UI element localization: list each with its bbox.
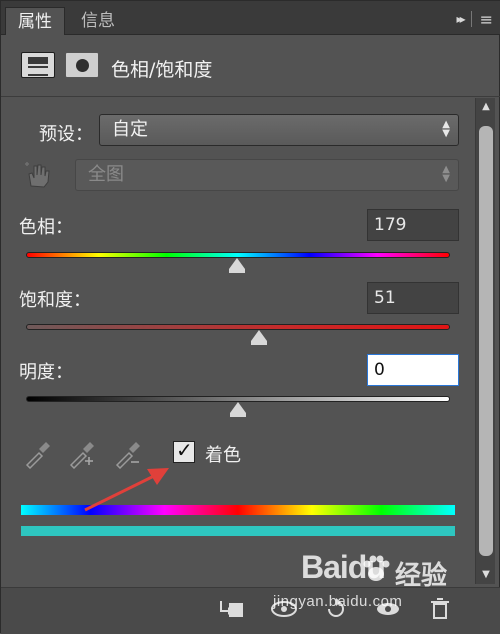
layer-mask-icon[interactable] (65, 52, 99, 78)
targeted-adjust-hand-icon[interactable] (23, 160, 53, 190)
channel-value: 全图 (88, 164, 124, 185)
panel-tab-bar: 属性 信息 ▸▸ ≡ (1, 1, 500, 35)
properties-panel: 属性 信息 ▸▸ ≡ 色相/饱和度 预设： 自定 ▲ ▼ 全图 ▲ ▼ 色相： 17… (0, 0, 500, 634)
baidu-paw-icon (363, 555, 390, 581)
adjustment-layer-icon[interactable] (21, 52, 55, 78)
baidu-watermark: Baidu 经验 jingyan.baidu.com (273, 549, 491, 619)
tab-properties[interactable]: 属性 (5, 7, 65, 35)
checkmark-icon: ✓ (176, 438, 193, 462)
eyedropper-plus-icon[interactable] (67, 439, 97, 469)
clip-to-layer-icon[interactable] (217, 597, 247, 621)
saturation-slider-track[interactable] (26, 324, 450, 330)
hue-slider-thumb[interactable] (228, 258, 245, 273)
panel-menu-icon[interactable]: ≡ (480, 10, 493, 29)
panel-controls: ▸▸ ≡ (457, 9, 493, 29)
tab-info[interactable]: 信息 (69, 7, 127, 35)
channel-select: 全图 ▲ ▼ (75, 159, 459, 191)
colorize-checkbox[interactable]: ✓ (173, 438, 195, 463)
chevron-updown-icon: ▲ ▼ (442, 119, 450, 139)
preset-value: 自定 (112, 119, 148, 140)
preset-label: 预设： (39, 124, 93, 145)
hue-label: 色相： (19, 217, 73, 238)
output-color-bar (21, 526, 455, 536)
saturation-label: 饱和度： (19, 290, 91, 311)
scrollbar-thumb[interactable] (479, 126, 493, 556)
scroll-up-icon[interactable]: ▲ (478, 100, 494, 114)
colorize-label: 着色 (205, 445, 241, 466)
adjustment-title: 色相/饱和度 (111, 59, 213, 81)
input-color-bar (21, 505, 455, 515)
eyedropper-minus-icon[interactable] (113, 439, 143, 469)
saturation-value-field[interactable]: 51 (367, 282, 459, 314)
vertical-scrollbar[interactable]: ▲ ▼ (475, 98, 495, 584)
hue-value-field[interactable]: 179 (367, 209, 459, 241)
properties-header: 色相/饱和度 (1, 35, 500, 97)
chevron-updown-icon: ▲ ▼ (442, 164, 450, 184)
lightness-label: 明度： (19, 362, 73, 383)
divider (470, 11, 472, 27)
preset-select[interactable]: 自定 ▲ ▼ (99, 114, 459, 146)
lightness-value-field[interactable]: 0 (367, 354, 459, 386)
eyedropper-icon[interactable] (23, 439, 53, 469)
watermark-url: jingyan.baidu.com (273, 593, 403, 610)
lightness-slider-thumb[interactable] (230, 402, 246, 417)
watermark-brand-cn: 经验 (395, 560, 448, 590)
collapse-panel-icon[interactable]: ▸▸ (457, 12, 466, 26)
saturation-slider-thumb[interactable] (251, 330, 268, 345)
